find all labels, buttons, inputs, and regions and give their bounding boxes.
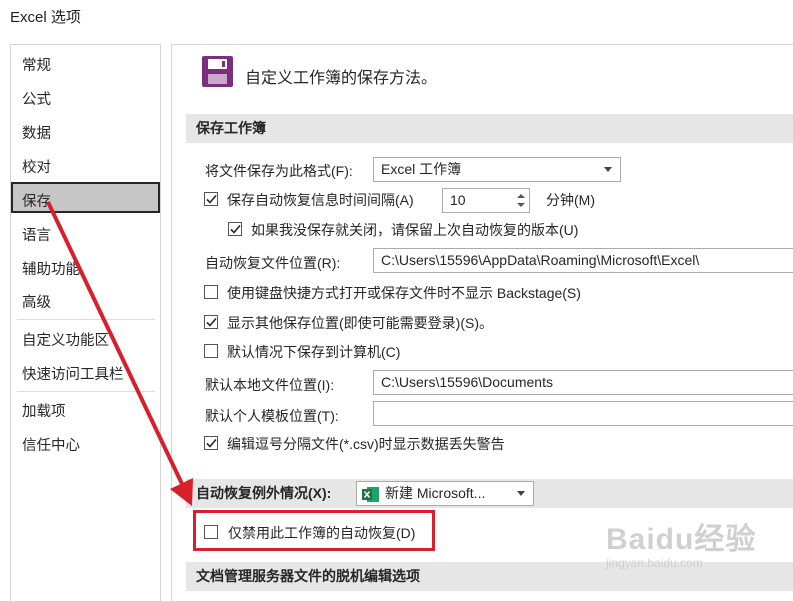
baidu-watermark: Baidu经验 jingyan.baidu.com (606, 514, 756, 570)
watermark-url: jingyan.baidu.com (606, 556, 703, 570)
watermark-brand: Baidu经验 (606, 523, 757, 556)
annotation-arrow (46, 201, 193, 506)
